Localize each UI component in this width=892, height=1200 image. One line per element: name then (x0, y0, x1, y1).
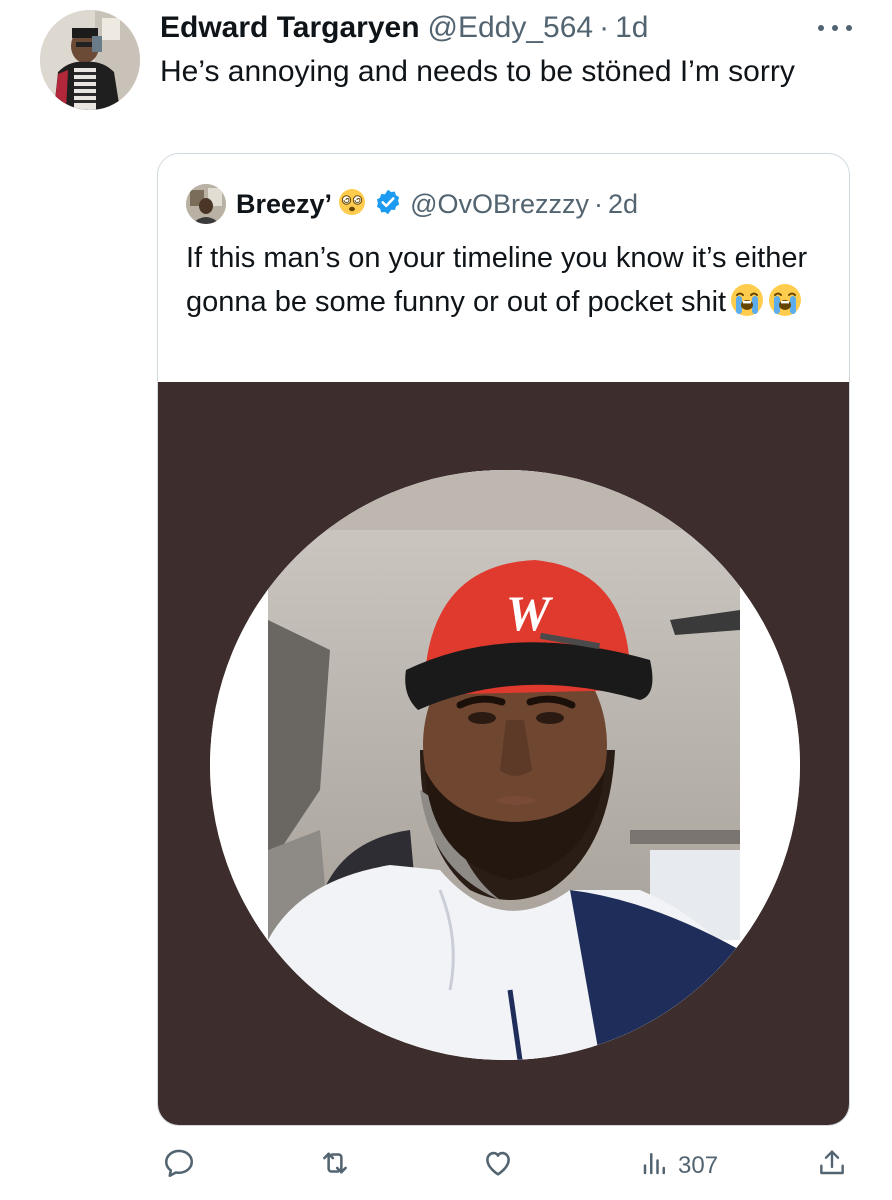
more-dot (818, 25, 824, 31)
heart-icon[interactable] (481, 1146, 515, 1180)
views-icon (640, 1146, 670, 1185)
dizzy-face-icon (338, 188, 366, 221)
tweet: Edward Targaryen @Eddy_564 · 1d He’s ann… (0, 0, 892, 1200)
quoted-tweet[interactable]: Breezy’ @OvOBrezzzy · 2d If this man’s o… (157, 153, 850, 1126)
quoted-tweet-header: Breezy’ @OvOBrezzzy · 2d (186, 184, 638, 224)
tweet-actions: 307 (0, 1140, 892, 1190)
verified-badge-icon (374, 188, 402, 221)
tweet-header: Edward Targaryen @Eddy_564 · 1d (160, 8, 648, 48)
more-options-icon[interactable] (818, 16, 852, 40)
more-dot (846, 25, 852, 31)
author-avatar[interactable] (40, 10, 140, 110)
quoted-tweet-text-body: If this man’s on your timeline you know … (186, 242, 808, 318)
share-icon[interactable] (816, 1146, 848, 1180)
tweet-timestamp[interactable]: 1d (615, 11, 648, 45)
quoted-tweet-media[interactable]: W (158, 382, 849, 1125)
author-handle[interactable]: @Eddy_564 (428, 11, 594, 45)
views-count: 307 (678, 1151, 719, 1179)
loudly-crying-face-icon (768, 283, 802, 330)
hat-logo: W (506, 585, 554, 641)
quoted-author-avatar[interactable] (186, 184, 226, 224)
quoted-author-handle[interactable]: @OvOBrezzzy (410, 189, 589, 220)
views-button[interactable]: 307 (640, 1146, 718, 1185)
profile-photo: W (210, 470, 800, 1060)
header-separator: · (599, 11, 610, 44)
retweet-icon[interactable] (318, 1146, 352, 1180)
quoted-header-separator: · (594, 188, 603, 219)
reply-icon[interactable] (162, 1146, 196, 1180)
quoted-tweet-text: If this man’s on your timeline you know … (186, 236, 826, 330)
more-dot (832, 25, 838, 31)
quoted-author-display-name[interactable]: Breezy’ (236, 189, 332, 220)
tweet-text: He’s annoying and needs to be stöned I’m… (160, 55, 795, 88)
loudly-crying-face-icon (730, 283, 764, 330)
quoted-tweet-timestamp[interactable]: 2d (608, 189, 638, 220)
author-display-name[interactable]: Edward Targaryen (160, 11, 420, 45)
